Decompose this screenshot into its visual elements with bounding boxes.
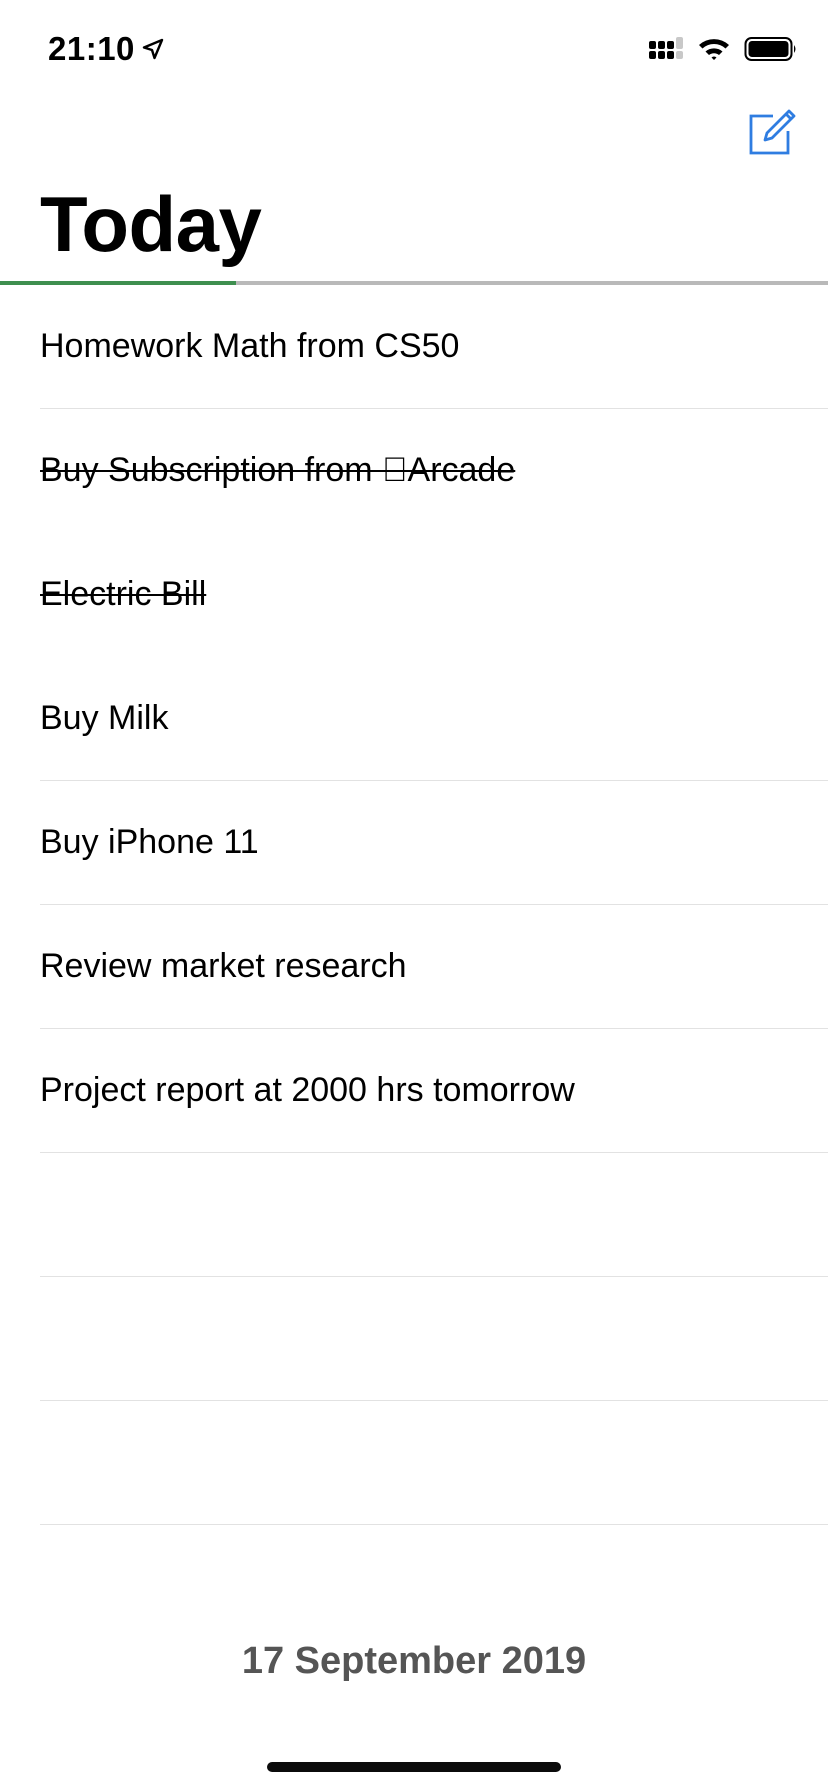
task-row-empty[interactable] [0,1153,828,1277]
task-row[interactable]: Review market research [0,905,828,1029]
task-row[interactable]: Buy Subscription from Arcade [0,409,828,533]
task-list: Homework Math from CS50 Buy Subscription… [0,285,828,1525]
wifi-icon [699,39,729,60]
footer-date: 17 September 2019 [241,1640,587,1682]
task-text: Electric Bill [40,575,207,613]
task-text: Project report at 2000 hrs tomorrow [40,1071,575,1109]
home-indicator[interactable] [267,1762,561,1772]
task-text: Buy Subscription from Arcade [40,451,515,489]
page-title: Today [40,180,262,268]
task-row[interactable]: Homework Math from CS50 [0,285,828,409]
task-text: Review market research [40,947,407,985]
cellular-signal-icon [649,37,683,59]
task-row[interactable]: Buy Milk [0,657,828,781]
task-row[interactable]: Project report at 2000 hrs tomorrow [0,1029,828,1153]
status-bar: 21:10 [0,0,828,100]
status-icons [648,36,798,62]
task-row[interactable]: Buy iPhone 11 [0,781,828,905]
task-row-empty[interactable] [0,1277,828,1401]
status-time-text: 21:10 [48,30,135,67]
battery-icon [744,37,796,61]
location-arrow-icon [142,38,164,60]
task-row-empty[interactable] [0,1401,828,1525]
task-text: Homework Math from CS50 [40,327,460,365]
task-text: Buy Milk [40,699,169,737]
task-row[interactable]: Electric Bill [0,533,828,657]
compose-icon[interactable] [746,106,798,158]
status-time: 21:10 [48,30,165,68]
task-text: Buy iPhone 11 [40,823,259,861]
